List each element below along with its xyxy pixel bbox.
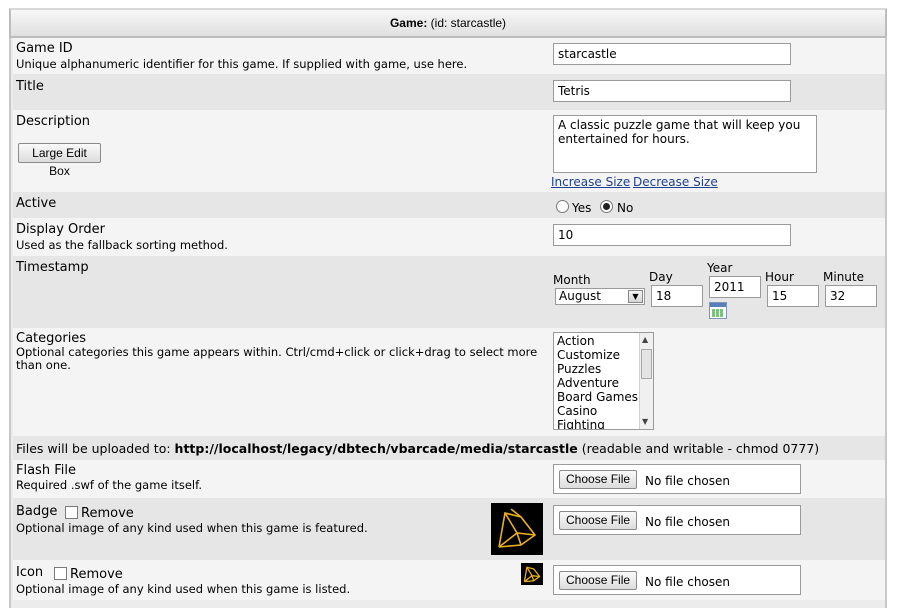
- active-no-label: No: [617, 201, 634, 215]
- description-label: Description: [16, 114, 91, 129]
- badge-row: Badge Remove Optional image of any kind …: [13, 498, 885, 560]
- badge-choose-file-button[interactable]: Choose File: [559, 511, 638, 530]
- icon-remove-checkbox[interactable]: [54, 567, 67, 580]
- display-order-row: Display Order Used as the fallback sorti…: [13, 218, 885, 256]
- month-select[interactable]: August ▼: [555, 288, 645, 305]
- upload-note-suffix: (readable and writable - chmod 0777): [581, 441, 820, 456]
- list-item[interactable]: Board Games: [557, 390, 638, 404]
- icon-file-input[interactable]: Choose File No file chosen: [553, 565, 801, 595]
- calendar-icon[interactable]: [709, 302, 727, 319]
- large-edit-box-button[interactable]: Large Edit Box: [18, 143, 101, 178]
- header-title-id: (id: starcastle): [430, 16, 507, 30]
- header-title-bold: Game:: [389, 16, 428, 30]
- upload-note: Files will be uploaded to: http://localh…: [16, 441, 819, 456]
- minute-input[interactable]: 32: [825, 285, 877, 307]
- month-label: Month: [553, 273, 591, 287]
- list-item[interactable]: Action: [557, 334, 595, 348]
- flash-file-row: Flash File Required .swf of the game its…: [13, 460, 885, 498]
- active-yes-label: Yes: [572, 201, 592, 215]
- categories-row: Categories Optional categories this game…: [13, 328, 885, 436]
- hour-input[interactable]: 15: [767, 285, 819, 307]
- flash-file-status: No file chosen: [645, 474, 731, 488]
- categories-description: Optional categories this game appears wi…: [16, 345, 538, 372]
- active-row: Active Yes No: [13, 192, 885, 218]
- display-order-label: Display Order: [16, 222, 105, 237]
- increase-size-link[interactable]: Increase Size: [551, 175, 630, 189]
- form-header: Game: (id: starcastle): [9, 8, 887, 38]
- badge-file-input[interactable]: Choose File No file chosen: [553, 505, 801, 535]
- year-label: Year: [707, 261, 733, 275]
- starcastle-small-logo-icon: [523, 566, 541, 583]
- scroll-down-icon[interactable]: ▼: [642, 417, 648, 426]
- active-no-radio[interactable]: [600, 200, 613, 213]
- title-row: Title Tetris: [13, 74, 885, 110]
- list-item[interactable]: Adventure: [557, 376, 619, 390]
- flash-file-label: Flash File: [16, 463, 76, 478]
- icon-remove-label: Remove: [70, 567, 123, 582]
- icon-row: Icon Remove Optional image of any kind u…: [13, 560, 885, 600]
- categories-label: Categories: [16, 331, 87, 346]
- description-textarea[interactable]: A classic puzzle game that will keep you…: [553, 115, 817, 173]
- description-row: Description Large Edit Box A classic puz…: [13, 110, 885, 192]
- day-input[interactable]: 18: [651, 285, 703, 307]
- starcastle-logo-icon: [498, 508, 537, 548]
- flash-file-description: Required .swf of the game itself.: [16, 478, 202, 492]
- day-label: Day: [649, 270, 673, 284]
- list-item[interactable]: Casino: [557, 404, 597, 418]
- game-id-row: Game ID Unique alphanumeric identifier f…: [13, 38, 885, 74]
- categories-scrollbar[interactable]: ▲ ▼: [639, 333, 653, 429]
- game-id-input[interactable]: starcastle: [553, 43, 791, 65]
- badge-file-status: No file chosen: [645, 515, 731, 529]
- badge-label: Badge: [16, 504, 58, 519]
- title-input[interactable]: Tetris: [553, 80, 791, 102]
- scroll-thumb[interactable]: [641, 349, 652, 379]
- icon-image: [521, 563, 543, 585]
- decrease-size-link[interactable]: Decrease Size: [633, 175, 718, 189]
- month-value: August: [559, 289, 601, 303]
- scroll-up-icon[interactable]: ▲: [642, 335, 648, 344]
- hour-label: Hour: [765, 270, 794, 284]
- badge-description: Optional image of any kind used when thi…: [16, 521, 368, 535]
- badge-remove-label: Remove: [81, 506, 134, 521]
- icon-file-status: No file chosen: [645, 575, 731, 589]
- categories-listbox[interactable]: Action Customize Puzzles Adventure Board…: [553, 332, 654, 430]
- badge-image: [491, 503, 543, 555]
- minute-label: Minute: [823, 270, 864, 284]
- title-label: Title: [16, 79, 44, 94]
- game-id-description: Unique alphanumeric identifier for this …: [16, 57, 468, 71]
- list-item[interactable]: Fighting: [557, 418, 605, 429]
- active-yes-radio[interactable]: [556, 200, 569, 213]
- flash-file-input[interactable]: Choose File No file chosen: [553, 464, 801, 494]
- display-order-description: Used as the fallback sorting method.: [16, 238, 228, 252]
- icon-choose-file-button[interactable]: Choose File: [559, 571, 638, 590]
- list-item[interactable]: Customize: [557, 348, 620, 362]
- timestamp-label: Timestamp: [16, 260, 89, 275]
- chevron-down-icon[interactable]: ▼: [628, 290, 643, 303]
- game-id-label: Game ID: [16, 41, 73, 56]
- display-order-input[interactable]: 10: [553, 224, 791, 246]
- list-item[interactable]: Puzzles: [557, 362, 601, 376]
- year-input[interactable]: 2011: [709, 276, 761, 298]
- badge-remove-checkbox[interactable]: [65, 506, 78, 519]
- flash-choose-file-button[interactable]: Choose File: [559, 470, 638, 489]
- icon-description: Optional image of any kind used when thi…: [16, 582, 351, 596]
- active-label: Active: [16, 196, 57, 211]
- upload-note-row: Files will be uploaded to: http://localh…: [13, 436, 885, 460]
- timestamp-row: Timestamp Month August ▼ Day 18 Year 201…: [13, 256, 885, 328]
- upload-note-prefix: Files will be uploaded to:: [16, 441, 171, 456]
- icon-label: Icon: [16, 565, 44, 580]
- upload-path: http://localhost/legacy/dbtech/vbarcade/…: [174, 441, 578, 456]
